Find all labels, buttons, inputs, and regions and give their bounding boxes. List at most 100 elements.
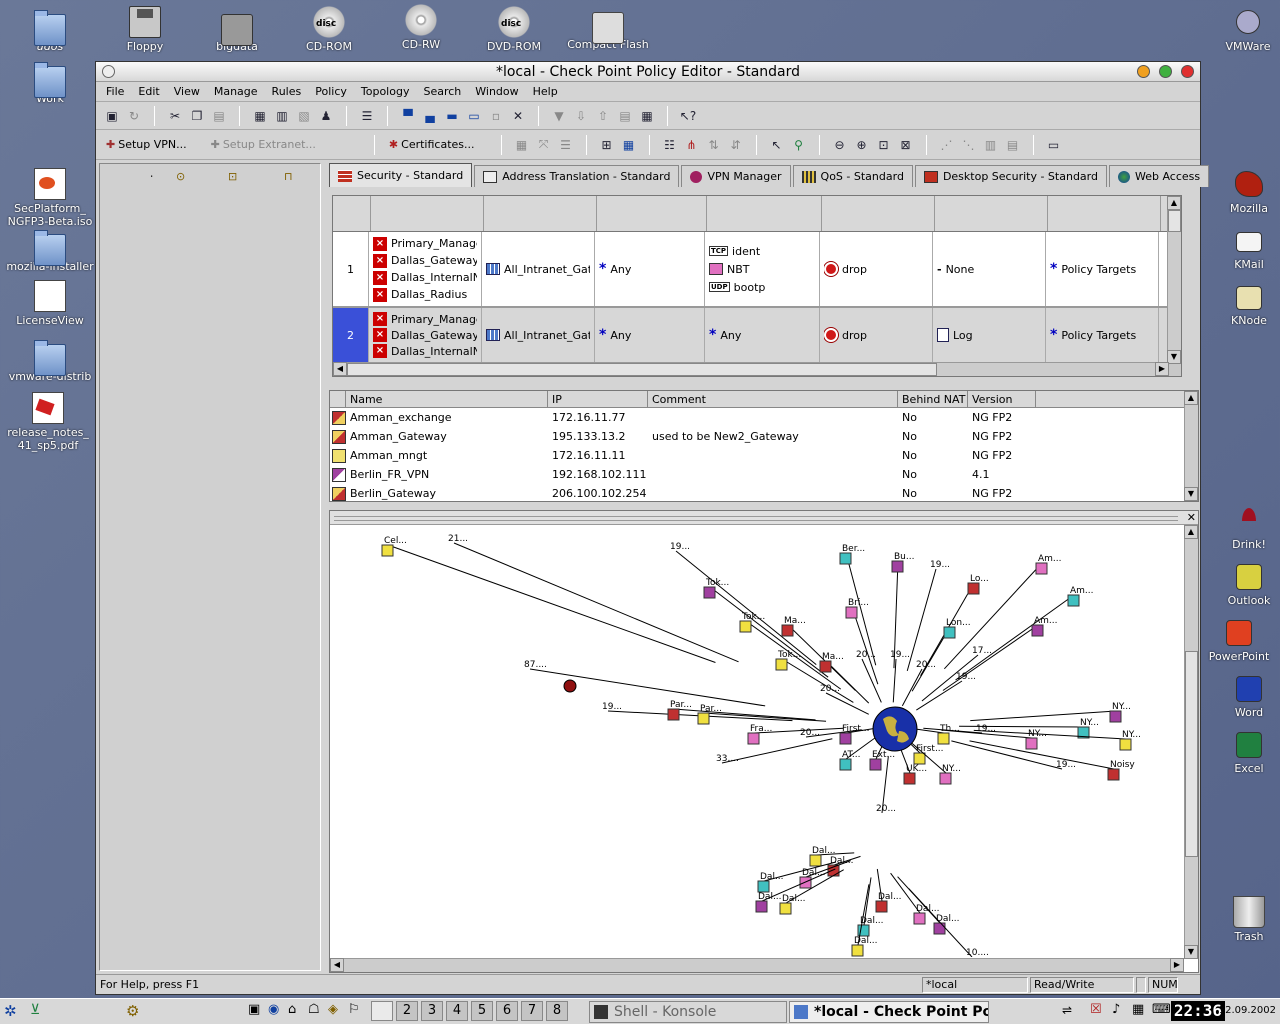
- zoom-out-icon[interactable]: ⊖: [830, 135, 850, 155]
- resources-tab-icon[interactable]: ⊡: [228, 170, 237, 183]
- rule-base-table[interactable]: 1 × Primary_Manage × Dallas_Gateway × Dalla…: [332, 195, 1182, 377]
- scroll-thumb[interactable]: [347, 363, 937, 376]
- help-pointer-icon[interactable]: ↖?: [678, 106, 698, 126]
- desktop-3[interactable]: 3: [421, 1001, 443, 1021]
- topology-node-icon[interactable]: [937, 732, 950, 745]
- clipboard-icon[interactable]: ▦: [1132, 1002, 1144, 1017]
- column-name[interactable]: Name: [346, 391, 548, 407]
- tab-security[interactable]: Security - Standard: [329, 163, 473, 187]
- desktop-icon-licenseview[interactable]: LicenseView: [2, 280, 98, 327]
- scroll-thumb[interactable]: [1168, 210, 1181, 232]
- topology-node-icon[interactable]: [933, 922, 946, 935]
- rule-install-on-cell[interactable]: * Policy Targets: [1046, 308, 1159, 362]
- rule-vpn-cell[interactable]: * Any: [595, 308, 705, 362]
- object-row[interactable]: Berlin_FR_VPN 192.168.102.111 No 4.1: [330, 465, 1198, 484]
- desktop-icon-outlook[interactable]: Outlook: [1201, 560, 1280, 607]
- trash-tray-icon[interactable]: ☒: [1090, 1002, 1102, 1017]
- rule-vpn-cell[interactable]: * Any: [595, 232, 705, 306]
- grid-view-icon[interactable]: ▦: [619, 135, 639, 155]
- settings-gear-icon[interactable]: ⚙: [126, 1002, 139, 1020]
- desktop-icon-secplatform[interactable]: SecPlatform_ NGFP3-Beta.iso: [0, 168, 100, 228]
- setup-vpn-button[interactable]: ✚ Setup VPN...: [102, 138, 191, 151]
- topology-node-icon[interactable]: [779, 902, 792, 915]
- desktop-icon-compact-flash[interactable]: Compact Flash: [558, 4, 658, 51]
- scroll-down-icon[interactable]: ▼: [1184, 487, 1198, 501]
- topology-node-icon[interactable]: [1035, 562, 1048, 575]
- rule-track-cell[interactable]: Log: [933, 308, 1046, 362]
- object-row[interactable]: Amman_exchange 172.16.11.77 No NG FP2: [330, 408, 1198, 427]
- sort-desc-icon[interactable]: ⇵: [726, 135, 746, 155]
- title-bar[interactable]: *local - Check Point Policy Editor - Sta…: [96, 62, 1200, 82]
- users-icon[interactable]: ♟: [316, 106, 336, 126]
- object-row[interactable]: Amman_mngt 172.16.11.11 No NG FP2: [330, 446, 1198, 465]
- rule-install-on-cell[interactable]: * Policy Targets: [1046, 232, 1159, 306]
- scroll-down-icon[interactable]: ▼: [1167, 350, 1181, 364]
- desktop-icon-trash[interactable]: Trash: [1201, 896, 1280, 943]
- topology-node-icon[interactable]: [851, 944, 864, 957]
- rule-service-cell[interactable]: TCP ident NBT UDP bootp: [705, 232, 820, 306]
- tab-vpn-manager[interactable]: VPN Manager: [681, 165, 791, 187]
- rule-source-cell[interactable]: × Primary_Manage × Dallas_Gateway × Dallas_…: [369, 308, 482, 362]
- topology-node-icon[interactable]: [1025, 737, 1038, 750]
- desktop-2[interactable]: 2: [396, 1001, 418, 1021]
- menu-edit[interactable]: Edit: [132, 85, 167, 98]
- refresh-icon[interactable]: ↻: [124, 106, 144, 126]
- rule-source-cell[interactable]: × Primary_Manage × Dallas_Gateway × Dallas_…: [369, 232, 482, 306]
- scroll-left-icon[interactable]: ◀: [330, 958, 344, 972]
- topology-node-icon[interactable]: [1119, 738, 1132, 751]
- add-rule-below-icon[interactable]: ▄: [420, 106, 440, 126]
- desktop-icon-cdrom[interactable]: disc CD-ROM: [281, 6, 377, 53]
- list-view-icon[interactable]: ☷: [660, 135, 680, 155]
- scroll-down-icon[interactable]: ▼: [1184, 945, 1198, 959]
- menu-view[interactable]: View: [168, 85, 208, 98]
- topology-node-icon[interactable]: [775, 658, 788, 671]
- topology-node-icon[interactable]: [809, 854, 822, 867]
- graph-view-icon[interactable]: ⋔: [682, 135, 702, 155]
- tab-qos[interactable]: QoS - Standard: [792, 165, 913, 187]
- rule-action-cell[interactable]: drop: [820, 232, 933, 306]
- objects-list[interactable]: Name IP Comment Behind NAT Version Amman…: [329, 390, 1199, 502]
- topology-node-icon[interactable]: [757, 880, 770, 893]
- topology-node-icon[interactable]: [891, 560, 904, 573]
- sort-asc-icon[interactable]: ⇅: [704, 135, 724, 155]
- desktop-icon-work[interactable]: Work: [2, 58, 98, 105]
- menu-policy[interactable]: Policy: [309, 85, 355, 98]
- topology-node-icon[interactable]: [939, 772, 952, 785]
- task-policy-editor[interactable]: *local - Check Point Polic: [789, 1001, 989, 1023]
- menu-manage[interactable]: Manage: [208, 85, 266, 98]
- task-konsole[interactable]: Shell - Konsole: [589, 1001, 787, 1023]
- rule-service-cell[interactable]: * Any: [705, 308, 820, 362]
- volume-icon[interactable]: ♪: [1112, 1002, 1120, 1017]
- router-node-icon[interactable]: [563, 679, 577, 693]
- rule-destination-cell[interactable]: All_Intranet_Gat: [482, 308, 595, 362]
- desktop-icon-drink[interactable]: Drink!: [1201, 504, 1280, 551]
- paste-icon[interactable]: ▤: [209, 106, 229, 126]
- desktop-icon-powerpoint[interactable]: PowerPoint: [1191, 616, 1280, 663]
- tab-desktop-security[interactable]: Desktop Security - Standard: [914, 165, 1107, 187]
- menu-rules[interactable]: Rules: [266, 85, 310, 98]
- scroll-up-icon[interactable]: ▲: [1184, 391, 1198, 405]
- topology-node-icon[interactable]: [667, 708, 680, 721]
- certificates-button[interactable]: ✱ Certificates...: [385, 138, 479, 151]
- menu-window[interactable]: Window: [469, 85, 526, 98]
- topology-node-icon[interactable]: [1107, 768, 1120, 781]
- magnify-icon[interactable]: ⚲: [789, 135, 809, 155]
- maximize-button[interactable]: [1159, 65, 1172, 78]
- topology-header[interactable]: ✕: [330, 511, 1198, 525]
- desktop-icon-release-notes[interactable]: release_notes_ 41_sp5.pdf: [0, 392, 96, 452]
- desktop-icon-floppy[interactable]: Floppy: [97, 6, 193, 53]
- window-icon[interactable]: ▭: [1044, 135, 1064, 155]
- topology-node-icon[interactable]: [1031, 624, 1044, 637]
- rule-track-cell[interactable]: - None: [933, 232, 1046, 306]
- tab-address-translation[interactable]: Address Translation - Standard: [474, 165, 680, 187]
- column-version[interactable]: Version: [968, 391, 1036, 407]
- menu-file[interactable]: File: [100, 85, 132, 98]
- menu-search[interactable]: Search: [417, 85, 469, 98]
- layout-icon[interactable]: ▥: [981, 135, 1001, 155]
- rule-row[interactable]: 1 × Primary_Manage × Dallas_Gateway × Dalla…: [333, 232, 1181, 308]
- add-rule-bottom-icon[interactable]: ▬: [442, 106, 462, 126]
- add-rule-above-icon[interactable]: ▀: [398, 106, 418, 126]
- desktop-5[interactable]: 5: [471, 1001, 493, 1021]
- rule-vertical-scrollbar[interactable]: ▲ ▼: [1167, 196, 1181, 364]
- desktop-6[interactable]: 6: [496, 1001, 518, 1021]
